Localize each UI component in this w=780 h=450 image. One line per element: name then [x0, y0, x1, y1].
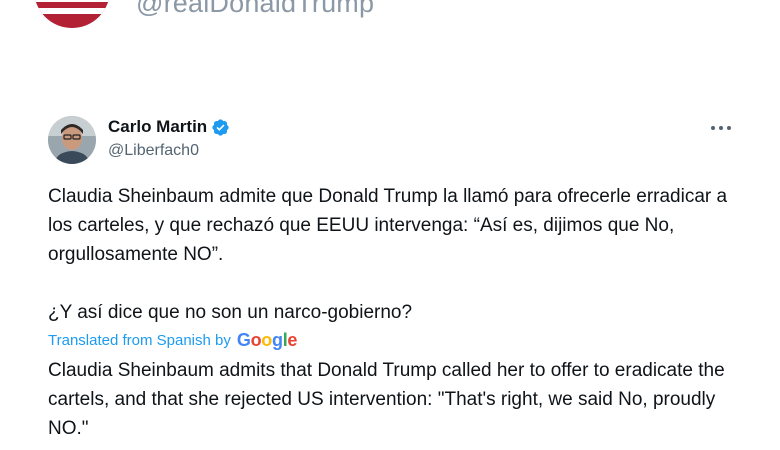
- screenshot-page: @realDonaldTrump Carlo Martin @Liberfach…: [0, 0, 780, 450]
- tweet-text-paragraph: ¿Y así dice que no son un narco-gobierno…: [48, 302, 413, 323]
- verified-badge-icon: [211, 118, 230, 137]
- author-name[interactable]: Carlo Martin: [108, 117, 230, 137]
- more-options-button[interactable]: [706, 118, 736, 138]
- author-handle[interactable]: @Liberfach0: [108, 142, 199, 160]
- author-avatar[interactable]: [48, 116, 96, 164]
- translation-attribution[interactable]: Translated from Spanish by Google: [48, 330, 297, 351]
- avatar-flag-portrait-icon: [34, 0, 110, 28]
- author-portrait-icon: [48, 116, 96, 164]
- tweet-text-paragraph: Claudia Sheinbaum admite que Donald Trum…: [48, 186, 728, 265]
- author-name-text: Carlo Martin: [108, 117, 208, 136]
- more-horizontal-icon: [711, 126, 731, 130]
- shared-by-handle[interactable]: @realDonaldTrump: [136, 0, 374, 19]
- shared-by-avatar[interactable]: [34, 0, 110, 28]
- google-logo: Google: [236, 330, 298, 350]
- translated-tweet-text: Claudia Sheinbaum admits that Donald Tru…: [48, 360, 725, 439]
- tweet-text: Claudia Sheinbaum admite que Donald Trum…: [48, 182, 748, 327]
- translation-label-text: Translated from Spanish by: [48, 332, 231, 349]
